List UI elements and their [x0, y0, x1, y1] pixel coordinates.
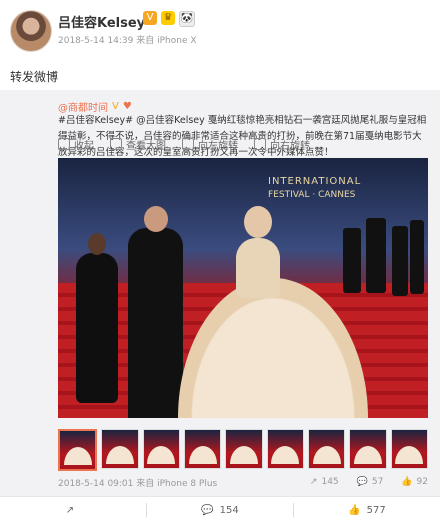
username[interactable]: 吕佳容Kelsey: [58, 12, 145, 31]
thumbnail-6[interactable]: [266, 429, 304, 469]
festival-text: INTERNATIONAL: [268, 176, 362, 187]
repost-text: 转发微博: [10, 70, 59, 84]
rotate-right-button[interactable]: 向右旋转: [254, 137, 310, 152]
zoom-icon: [110, 138, 122, 150]
like-icon: 👍: [348, 504, 361, 516]
avatar[interactable]: [10, 10, 52, 52]
vip-badge-icon[interactable]: V: [143, 11, 157, 25]
person-man: [128, 206, 183, 418]
crown-badge-icon[interactable]: ♛: [161, 11, 175, 25]
rotate-left-button[interactable]: 向左旋转: [182, 137, 238, 152]
verified-icon: V: [112, 101, 119, 112]
original-timestamp: 2018-5-14 09:01 来自 iPhone 8 Plus: [58, 478, 218, 489]
thumbnail-3[interactable]: [142, 429, 180, 469]
heart-badge-icon: ♥: [122, 101, 132, 112]
thumbnail-strip: [58, 429, 428, 471]
share-icon: ↗: [309, 477, 318, 487]
collapse-button[interactable]: 收起: [58, 137, 94, 152]
post-meta: 2018-5-14 14:39 来自 iPhone X: [58, 36, 197, 46]
like-icon: 👍: [401, 477, 413, 487]
share-button[interactable]: ↗: [0, 505, 146, 516]
post-header: 吕佳容Kelsey V ♛ 🐼 2018-5-14 14:39 来自 iPhon…: [0, 0, 440, 60]
thumbnail-1[interactable]: [58, 429, 98, 471]
bottom-action-bar: ↗ 💬 154 👍 577: [0, 496, 440, 523]
original-author[interactable]: @商都时间: [58, 99, 108, 114]
bodice: [236, 238, 280, 298]
background-people: [338, 198, 428, 298]
thumbnail-8[interactable]: [349, 429, 387, 469]
comment-button[interactable]: 💬 154: [147, 505, 293, 516]
comment-icon: 💬: [201, 504, 214, 516]
original-like-stat[interactable]: 👍 92: [401, 477, 428, 487]
thumbnail-9[interactable]: [390, 429, 428, 469]
panda-badge-icon[interactable]: 🐼: [179, 11, 195, 27]
thumbnail-5[interactable]: [225, 429, 263, 469]
like-button[interactable]: 👍 577: [294, 505, 440, 516]
collapse-icon: [58, 138, 70, 150]
badge-row: V ♛ 🐼: [143, 11, 195, 27]
original-author-row: @商都时间 V ♥: [58, 99, 132, 114]
original-action-stats: ↗ 145 💬 57 👍 92: [310, 477, 428, 487]
thumbnail-4[interactable]: [183, 429, 222, 469]
original-stats: 2018-5-14 09:01 来自 iPhone 8 Plus ↗ 145 💬…: [58, 474, 428, 490]
thumbnail-7[interactable]: [307, 429, 346, 469]
original-comment-stat[interactable]: 💬 57: [357, 477, 384, 487]
person-left: [76, 233, 118, 403]
rotate-right-icon: [254, 138, 266, 150]
original-share-stat[interactable]: ↗ 145: [310, 477, 339, 487]
share-icon: ↗: [65, 504, 75, 516]
head: [244, 206, 272, 238]
hero-image[interactable]: INTERNATIONAL FESTIVAL · CANNES: [58, 158, 428, 418]
image-toolbar: 收起 查看大图 向左旋转 向右旋转: [58, 135, 358, 153]
comment-icon: 💬: [356, 477, 368, 487]
rotate-left-icon: [182, 138, 194, 150]
thumbnail-2[interactable]: [101, 429, 139, 469]
view-large-button[interactable]: 查看大图: [110, 137, 166, 152]
